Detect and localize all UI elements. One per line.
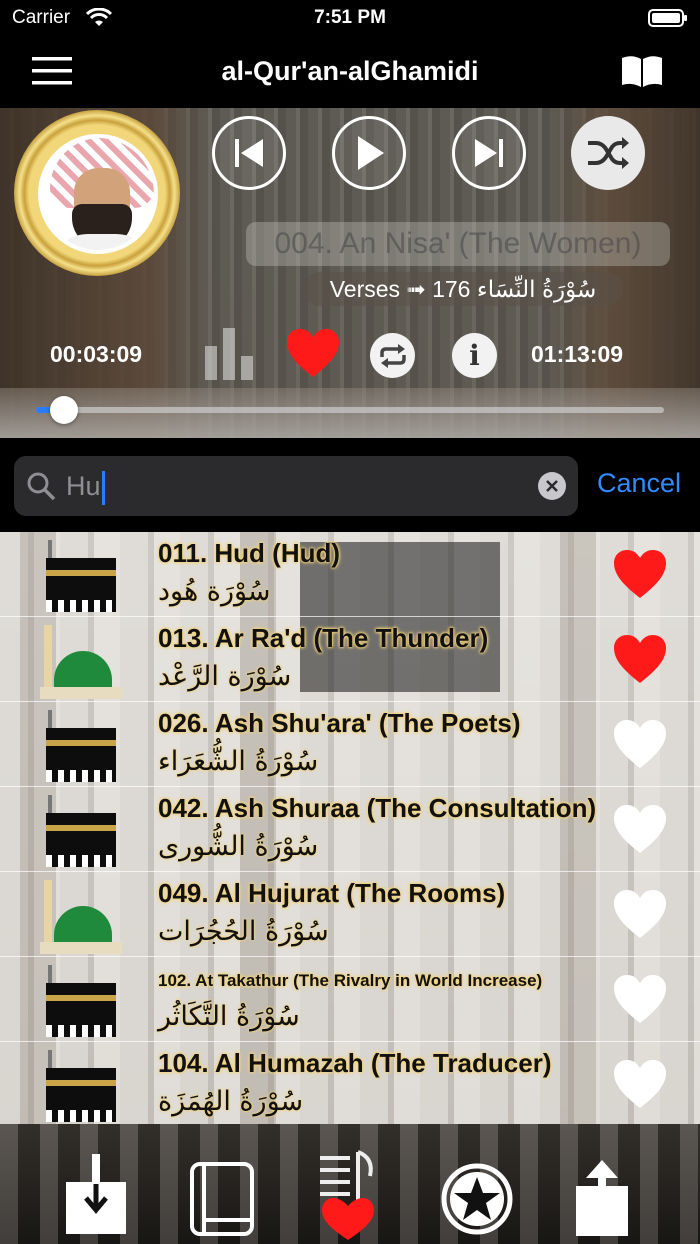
green-dome-thumbnail xyxy=(40,625,122,699)
book-icon[interactable] xyxy=(190,1162,256,1238)
list-item[interactable]: 104. Al Humazah (The Traducer) سُوْرَةُ ا… xyxy=(0,1042,700,1124)
download-icon[interactable] xyxy=(62,1154,130,1234)
clear-search-icon[interactable] xyxy=(538,472,566,500)
reciter-avatar[interactable] xyxy=(38,134,158,254)
list-item[interactable]: 049. Al Hujurat (The Rooms) سُوْرَةُ الحُ… xyxy=(0,872,700,957)
surah-list: 011. Hud (Hud) سُوْرَة هُود 013. Ar Ra'd (… xyxy=(0,532,700,1124)
favorite-heart-empty-icon[interactable] xyxy=(612,718,668,770)
list-item[interactable]: 042. Ash Shuraa (The Consultation) سُوْرَ… xyxy=(0,787,700,872)
favorite-heart-icon[interactable] xyxy=(285,327,341,379)
favorite-heart-empty-icon[interactable] xyxy=(612,1058,668,1110)
surah-title: 011. Hud (Hud) xyxy=(158,538,341,568)
cancel-button[interactable]: Cancel xyxy=(597,468,681,499)
surah-arabic-name: سُوْرَةُ الشُّورى xyxy=(158,831,319,862)
kaaba-thumbnail xyxy=(40,710,122,784)
kaaba-thumbnail xyxy=(40,965,122,1039)
list-item[interactable]: 013. Ar Ra'd (The Thunder) سُوْرَة الرَّع… xyxy=(0,617,700,702)
app-title: al-Qur'an-alGhamidi xyxy=(221,56,479,86)
star-circle-icon[interactable] xyxy=(440,1162,514,1236)
total-duration: 01:13:09 xyxy=(531,341,624,367)
progress-track[interactable] xyxy=(36,407,664,413)
favorite-heart-filled-icon[interactable] xyxy=(612,633,668,685)
kaaba-thumbnail xyxy=(40,795,122,869)
status-time: 7:51 PM xyxy=(314,7,386,28)
next-track-button[interactable] xyxy=(452,116,526,190)
green-dome-thumbnail xyxy=(40,880,122,954)
surah-arabic-name: سُوْرَةُ الشُّعَرَاء xyxy=(158,746,319,777)
kaaba-thumbnail xyxy=(40,540,122,614)
share-icon[interactable] xyxy=(574,1158,630,1238)
favorites-playlist-icon[interactable] xyxy=(318,1148,378,1242)
surah-title: 104. Al Humazah (The Traducer) xyxy=(158,1048,552,1078)
play-button[interactable] xyxy=(332,116,406,190)
skip-back-icon xyxy=(235,139,263,167)
surah-title: 042. Ash Shuraa (The Consultation) xyxy=(158,793,597,823)
shuffle-icon xyxy=(588,137,629,169)
status-bar: Carrier 7:51 PM xyxy=(0,0,700,36)
list-item[interactable]: 011. Hud (Hud) سُوْرَة هُود xyxy=(0,532,700,617)
repeat-icon xyxy=(379,343,406,368)
play-icon xyxy=(358,136,384,170)
tab-bar xyxy=(0,1124,700,1244)
surah-arabic-name: سُوْرَةُ التَّكَاثُر xyxy=(158,1001,300,1032)
favorite-heart-empty-icon[interactable] xyxy=(612,888,668,940)
surah-arabic-name: سُوْرَةُ الهُمَزَة xyxy=(158,1086,304,1117)
navigation-bar: al-Qur'an-alGhamidi xyxy=(0,36,700,108)
battery-icon xyxy=(648,9,687,27)
skip-forward-icon xyxy=(475,139,503,167)
repeat-button[interactable] xyxy=(370,333,415,378)
surah-arabic-name: سُوْرَة الرَّعْد xyxy=(158,661,292,692)
search-field[interactable]: Hu xyxy=(14,456,578,516)
surah-title: 049. Al Hujurat (The Rooms) xyxy=(158,878,506,908)
search-icon xyxy=(27,472,56,501)
info-button[interactable]: i xyxy=(452,333,497,378)
kaaba-thumbnail xyxy=(40,1050,122,1124)
shuffle-button[interactable] xyxy=(571,116,645,190)
favorite-heart-empty-icon[interactable] xyxy=(612,803,668,855)
search-input[interactable]: Hu xyxy=(66,456,105,516)
surah-title: 026. Ash Shu'ara' (The Poets) xyxy=(158,708,521,738)
verses-info: Verses ➟ 176 سُوْرَةُ النِّسَاء xyxy=(303,272,623,306)
progress-thumb[interactable] xyxy=(50,396,78,424)
previous-track-button[interactable] xyxy=(212,116,286,190)
surah-title: 013. Ar Ra'd (The Thunder) xyxy=(158,623,489,653)
favorite-heart-empty-icon[interactable] xyxy=(612,973,668,1025)
list-item[interactable]: 026. Ash Shu'ara' (The Poets) سُوْرَةُ ال… xyxy=(0,702,700,787)
list-item[interactable]: 102. At Takathur (The Rivalry in World I… xyxy=(0,957,700,1042)
equalizer-icon[interactable] xyxy=(205,328,259,380)
search-bar: Hu Cancel xyxy=(0,438,700,532)
open-book-icon[interactable] xyxy=(620,54,664,88)
surah-arabic-name: سُوْرَةُ الحُجُرَات xyxy=(158,916,329,947)
favorite-heart-filled-icon[interactable] xyxy=(612,548,668,600)
track-title: 004. An Nisa' (The Women) xyxy=(246,222,670,266)
elapsed-time: 00:03:09 xyxy=(50,341,143,367)
surah-arabic-name: سُوْرَة هُود xyxy=(158,576,271,607)
surah-title: 102. At Takathur (The Rivalry in World I… xyxy=(158,971,543,990)
